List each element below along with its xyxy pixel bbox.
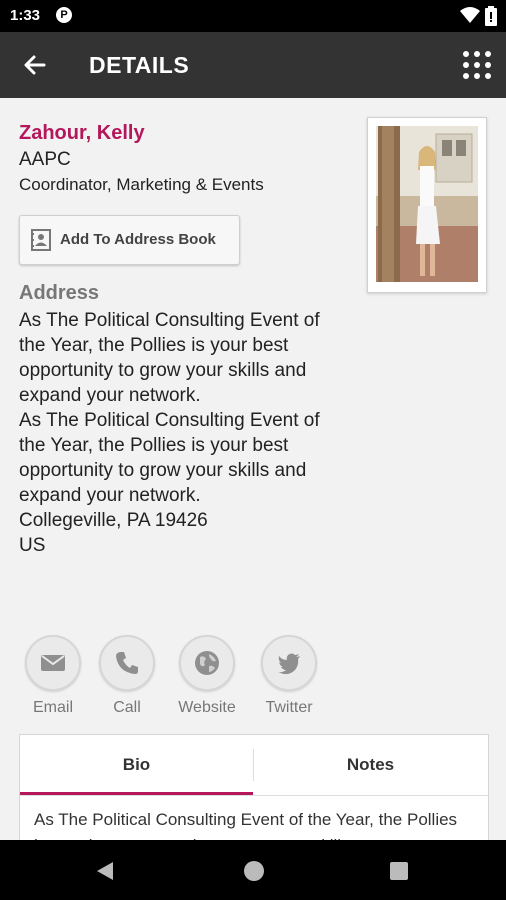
globe-icon: [195, 651, 219, 675]
wifi-icon: [460, 7, 480, 23]
address-country: US: [19, 535, 46, 556]
address-city-line: Collegeville, PA 19426: [19, 510, 208, 531]
back-arrow-icon[interactable]: [20, 50, 50, 80]
tab-rule: [20, 795, 488, 796]
bio-notes-card: Bio Notes As The Political Consulting Ev…: [19, 734, 489, 840]
profile-photo: [376, 126, 478, 282]
email-button[interactable]: [25, 635, 81, 691]
website-action[interactable]: Website: [162, 635, 252, 717]
battery-icon: [485, 6, 497, 26]
address-heading: Address: [19, 282, 100, 304]
twitter-button[interactable]: [261, 635, 317, 691]
nav-back-icon[interactable]: [96, 861, 114, 881]
twitter-icon: [278, 653, 300, 675]
app-toolbar: DETAILS: [0, 32, 506, 98]
address-block: As The Political Consulting Event of the…: [19, 308, 329, 558]
system-nav-bar: [0, 840, 506, 900]
contact-job-title: Coordinator, Marketing & Events: [19, 175, 264, 194]
profile-photo-frame: [367, 117, 487, 293]
call-label: Call: [113, 699, 141, 716]
contact-name: Zahour, Kelly: [19, 122, 145, 144]
contact-action-row: Email Call Website Twitter: [0, 635, 506, 717]
add-to-address-book-button[interactable]: Add To Address Book: [19, 215, 240, 265]
app-grid-icon[interactable]: [462, 50, 492, 80]
notification-app-icon: P: [56, 7, 72, 23]
tab-bio[interactable]: Bio: [20, 735, 253, 795]
status-time: 1:33: [10, 7, 41, 24]
contact-book-icon: [31, 229, 51, 251]
website-button[interactable]: [179, 635, 235, 691]
twitter-action[interactable]: Twitter: [244, 635, 334, 717]
page-title: DETAILS: [89, 52, 190, 78]
call-action[interactable]: Call: [82, 635, 172, 717]
address-line: As The Political Consulting Event of the…: [19, 410, 320, 506]
bio-text: As The Political Consulting Event of the…: [34, 810, 458, 840]
website-label: Website: [178, 699, 236, 716]
add-to-address-book-label: Add To Address Book: [60, 231, 216, 248]
contact-organization: AAPC: [19, 149, 71, 170]
phone-icon: [116, 652, 138, 674]
envelope-icon: [41, 655, 65, 671]
nav-home-icon[interactable]: [242, 859, 266, 883]
twitter-label: Twitter: [265, 699, 313, 716]
tab-notes[interactable]: Notes: [254, 735, 487, 795]
address-line: As The Political Consulting Event of the…: [19, 310, 320, 406]
call-button[interactable]: [99, 635, 155, 691]
details-content: Zahour, Kelly AAPC Coordinator, Marketin…: [0, 98, 506, 840]
nav-recents-icon[interactable]: [390, 862, 408, 880]
status-bar: 1:33 P: [0, 0, 506, 32]
